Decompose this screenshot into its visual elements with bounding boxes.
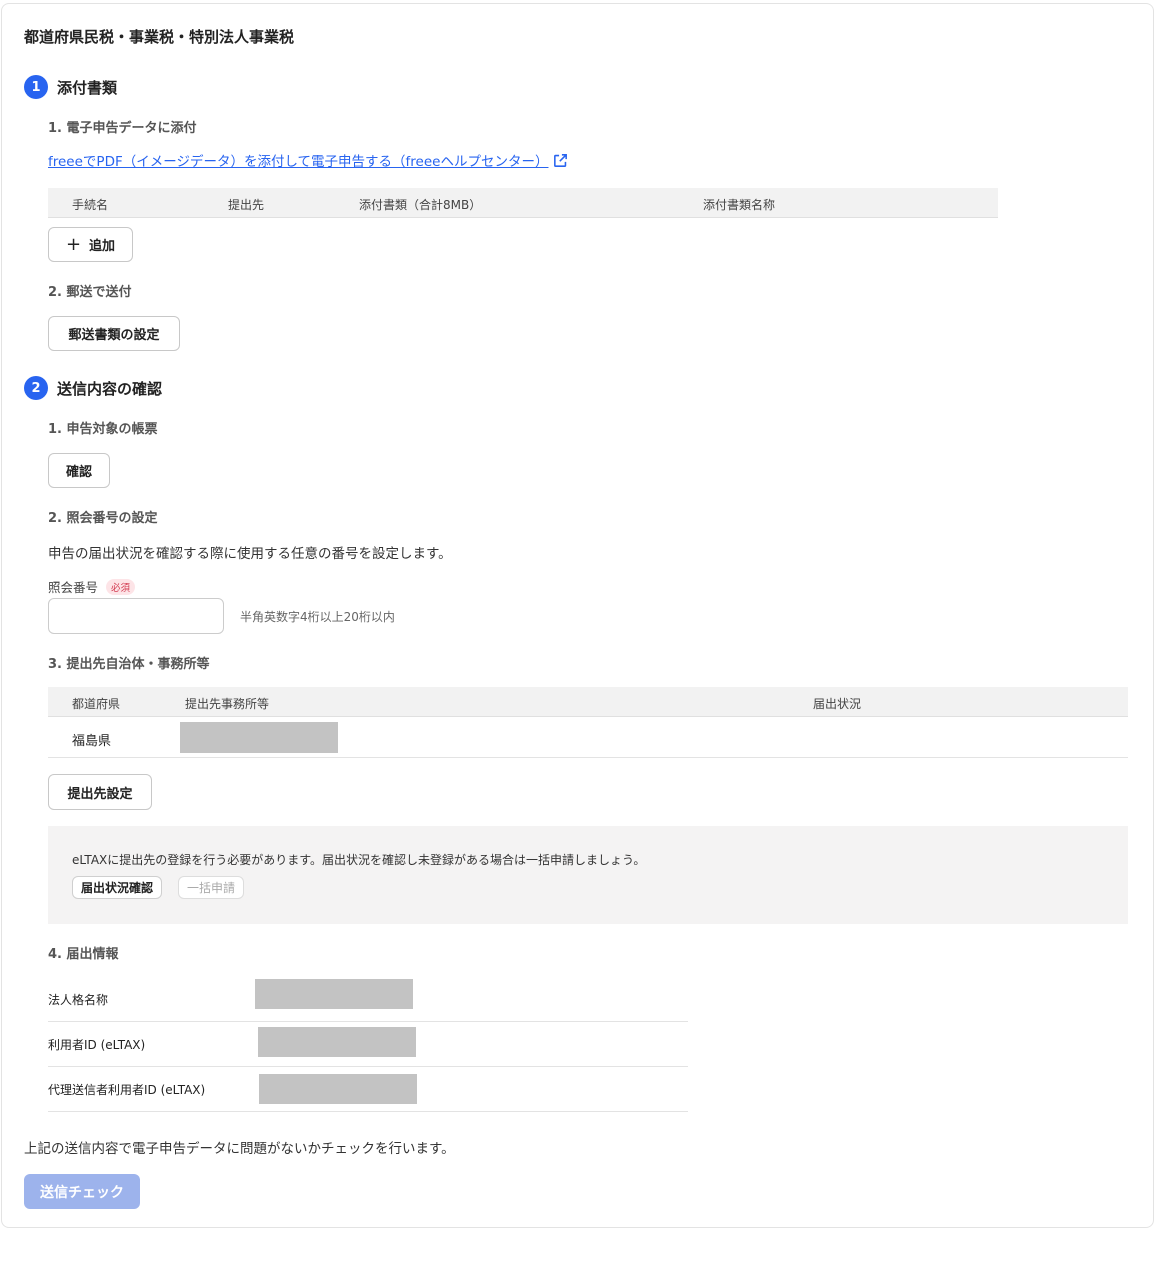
- info-label-proxy-id: 代理送信者利用者ID (eLTAX): [48, 1083, 206, 1097]
- reference-number-hint: 半角英数字4桁以上20桁以内: [240, 610, 395, 624]
- step-1-title: 添付書類: [57, 78, 118, 97]
- col-attachments: 添付書類（合計8MB）: [359, 198, 482, 212]
- col-attachment-name: 添付書類名称: [703, 198, 776, 212]
- reference-number-label: 照会番号 必須: [48, 577, 136, 596]
- info-row-proxy-id: 代理送信者利用者ID (eLTAX): [48, 1067, 688, 1112]
- confirm-button[interactable]: 確認: [48, 453, 110, 488]
- reference-number-label-text: 照会番号: [48, 580, 99, 595]
- col-office: 提出先事務所等: [185, 697, 270, 711]
- office-table-header: 都道府県 提出先事務所等 届出状況: [48, 687, 1128, 717]
- section-filing-info: 4. 届出情報: [48, 947, 119, 962]
- step-1-number: 1: [24, 75, 48, 99]
- info-row-user-id: 利用者ID (eLTAX): [48, 1022, 688, 1067]
- section-forms: 1. 申告対象の帳票: [48, 422, 158, 437]
- col-procedure: 手続名: [72, 198, 109, 212]
- redacted-office: [180, 722, 338, 753]
- office-row-prefecture: 福島県: [72, 734, 112, 749]
- col-status: 届出状況: [813, 697, 862, 711]
- eltax-notice: [48, 826, 1128, 924]
- col-destination: 提出先: [228, 198, 265, 212]
- office-settings-button[interactable]: 提出先設定: [48, 774, 152, 810]
- section-attach-electronic: 1. 電子申告データに添付: [48, 121, 197, 136]
- footer-text: 上記の送信内容で電子申告データに問題がないかチェックを行います。: [24, 1141, 455, 1157]
- section-mail: 2. 郵送で送付: [48, 285, 132, 300]
- reference-number-input[interactable]: [48, 598, 224, 634]
- add-button-label: 追加: [89, 239, 116, 254]
- step-1-header: 1 添付書類: [24, 75, 117, 99]
- status-check-button[interactable]: 届出状況確認: [72, 876, 162, 899]
- step-2-number: 2: [24, 376, 48, 400]
- help-link-label: freeeでPDF（イメージデータ）を添付して電子申告する（freeeヘルプセン…: [48, 154, 549, 170]
- col-prefecture: 都道府県: [72, 697, 121, 711]
- section-reference-number: 2. 照会番号の設定: [48, 511, 158, 526]
- redacted-corporate-name: [255, 979, 413, 1009]
- bulk-apply-button[interactable]: 一括申請: [178, 876, 244, 899]
- step-2-header: 2 送信内容の確認: [24, 376, 162, 400]
- attachment-table-header: 手続名 提出先 添付書類（合計8MB） 添付書類名称: [48, 188, 998, 218]
- redacted-proxy-id: [259, 1074, 417, 1104]
- mail-settings-button[interactable]: 郵送書類の設定: [48, 316, 180, 351]
- info-row-corporate-name: 法人格名称: [48, 977, 688, 1022]
- step-2-title: 送信内容の確認: [57, 379, 163, 398]
- reference-description: 申告の届出状況を確認する際に使用する任意の番号を設定します。: [48, 546, 452, 562]
- redacted-user-id: [258, 1027, 416, 1057]
- info-label-corporate-name: 法人格名称: [48, 993, 109, 1007]
- add-button[interactable]: + 追加: [48, 227, 133, 262]
- required-badge: 必須: [106, 578, 136, 595]
- help-link[interactable]: freeeでPDF（イメージデータ）を添付して電子申告する（freeeヘルプセン…: [48, 150, 569, 170]
- page-title: 都道府県民税・事業税・特別法人事業税: [24, 28, 295, 46]
- eltax-notice-text: eLTAXに提出先の登録を行う必要があります。届出状況を確認し未登録がある場合は…: [72, 853, 646, 867]
- submit-check-button[interactable]: 送信チェック: [24, 1174, 140, 1209]
- info-label-user-id: 利用者ID (eLTAX): [48, 1038, 146, 1052]
- external-link-icon: [554, 153, 568, 167]
- plus-icon: +: [65, 233, 82, 255]
- section-offices: 3. 提出先自治体・事務所等: [48, 657, 210, 672]
- office-row: 福島県: [48, 718, 1128, 758]
